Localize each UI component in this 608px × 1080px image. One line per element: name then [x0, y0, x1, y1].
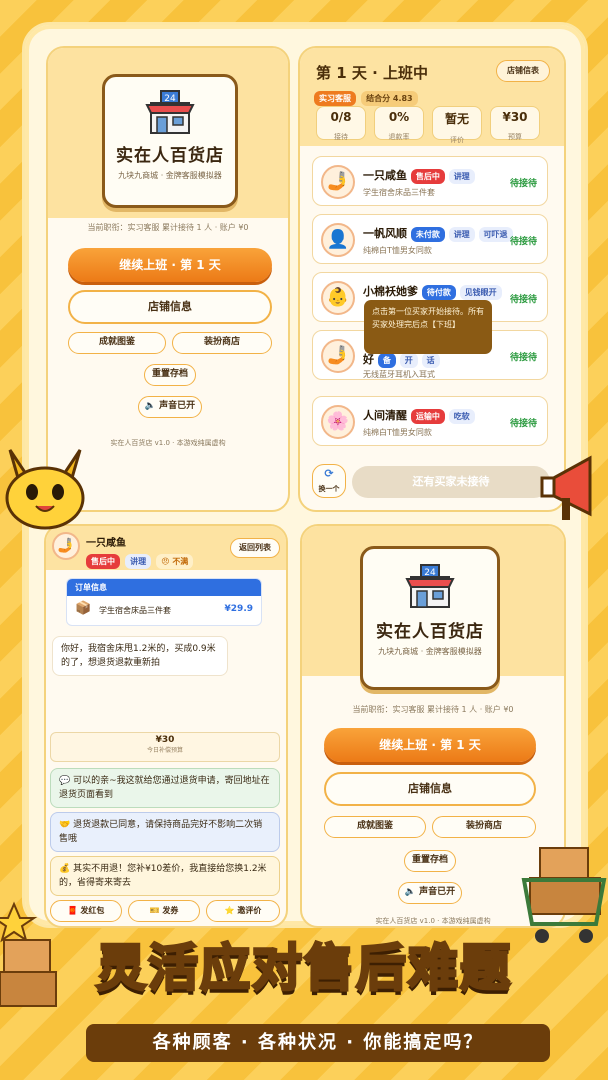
refresh-icon: ⟳ — [324, 467, 334, 480]
customer-message: 你好，我宿舍床甩1.2米的，买成0.9米的了，想退货退款重新拍 — [52, 636, 228, 676]
start-shift-button[interactable]: 继续上班 · 第 1 天 — [68, 248, 272, 282]
shop-title: 实在人百货店 — [376, 622, 484, 642]
invite-review-button[interactable]: ⭐ 邀评价 — [206, 900, 280, 922]
decor-shop-button[interactable]: 装扮商店 — [432, 816, 536, 838]
stat-rating: 暂无 评价 — [432, 106, 482, 144]
svg-text:24: 24 — [424, 568, 436, 578]
shop-info-button[interactable]: 店铺信息 — [68, 290, 272, 324]
customer-avatar: 🤳 — [321, 339, 355, 373]
rank-tag: 实习客服 — [314, 91, 356, 106]
shop-subtitle: 九块九商城 · 金牌客服模拟器 — [118, 171, 222, 180]
status-line: 当前职衔：实习客服 累计接待 1 人 · 账户 ¥0 — [87, 223, 249, 232]
customer-avatar: 👤 — [321, 223, 355, 257]
customer-card[interactable]: 🤳 一只咸鱼 售后中 讲理 学生宿舍床品三件套 待接待 — [312, 156, 548, 206]
shop-subtitle: 九块九商城 · 金牌客服模拟器 — [378, 647, 482, 656]
start-shift-button[interactable]: 继续上班 · 第 1 天 — [324, 728, 536, 762]
shop-icon: 24 — [405, 564, 455, 608]
banner-headline: 灵活应对售后难题 — [95, 938, 512, 999]
customer-avatar: 👶 — [321, 281, 355, 315]
sound-toggle-button[interactable]: 🔈 声音已开 — [398, 882, 462, 904]
customer-card[interactable]: 👤 一帆风顺 未付款 讲理 可吓退 纯棉白T恤男女同款 待接待 — [312, 214, 548, 264]
hint-tooltip: 点击第一位买家开始接待。所有买家处理完后点【下班】 — [364, 300, 492, 354]
banner-subline: 各种顾客 · 各种状况 · 你能搞定吗？ — [86, 1024, 550, 1062]
stat-budget: ¥30 预算 — [490, 106, 540, 141]
rating-tag: 结合分 4.83 — [361, 91, 418, 106]
coupon-button[interactable]: 🎫 发券 — [128, 900, 200, 922]
megaphone-icon — [540, 455, 592, 520]
remaining-customers-button[interactable]: 还有买家未接待 — [352, 466, 550, 498]
stat-refund-rate: 0% 退款率 — [374, 106, 424, 141]
status-line: 当前职衔：实习客服 累计接待 1 人 · 账户 ¥0 — [352, 705, 514, 714]
customer-avatar: 🤳 — [321, 165, 355, 199]
shop-info-button[interactable]: 店铺信息 — [324, 772, 536, 806]
mascot-icon — [5, 449, 85, 530]
stat-served: 0/8 接待 — [316, 106, 366, 141]
order-card: 订单信息 📦 学生宿舍床品三件套 ¥29.9 — [66, 578, 262, 626]
shop-title: 实在人百货店 — [116, 146, 224, 166]
achievements-button[interactable]: 成就图鉴 — [324, 816, 426, 838]
reply-option[interactable]: 💬 可以的亲~我这就给您通过退货申请，寄回地址在退货页面看到 — [50, 768, 280, 808]
decor-shop-button[interactable]: 装扮商店 — [172, 332, 272, 354]
speaker-icon: 🔈 — [404, 887, 417, 897]
shift-panel: 第 1 天 · 上班中 店铺信表 实习客服 结合分 4.83 0/8 接待 0% 退… — [298, 46, 566, 512]
reply-option[interactable]: 💰 其实不用退！您补¥10差价，我直接给您换1.2米的，省得寄来寄去 — [50, 856, 280, 896]
budget-box: ¥30 今日补偿预算 — [50, 732, 280, 762]
speaker-icon: 🔈 — [144, 401, 157, 411]
reply-option[interactable]: 🤝 退货退款已同意，请保持商品完好不影响二次销售哦 — [50, 812, 280, 852]
shop-logo-card: 24 实在人百货店 九块九商城 · 金牌客服模拟器 — [360, 546, 500, 690]
reset-save-button[interactable]: 重置存档 — [404, 850, 456, 872]
switch-customer-button[interactable]: ⟳ 换一个 — [312, 464, 346, 498]
achievements-button[interactable]: 成就图鉴 — [68, 332, 166, 354]
chat-panel: 🤳 一只咸鱼 售后中 讲理 😠 不满 返回列表 订单信息 📦 学生宿舍床品三件套… — [44, 524, 288, 928]
reset-save-button[interactable]: 重置存档 — [144, 364, 196, 386]
sound-toggle-button[interactable]: 🔈 声音已开 — [138, 396, 202, 418]
shop-logo-card: 24 实在人百货店 九块九商城 · 金牌客服模拟器 — [102, 74, 238, 208]
chat-customer-name: 一只咸鱼 — [86, 538, 126, 549]
shop-info-button[interactable]: 店铺信表 — [496, 60, 550, 82]
customer-avatar: 🌸 — [321, 405, 355, 439]
customer-card[interactable]: 🌸 人间清醒 运输中 吃软 纯棉白T恤男女同款 待接待 — [312, 396, 548, 446]
back-to-list-button[interactable]: 返回列表 — [230, 538, 280, 558]
day-title: 第 1 天 · 上班中 — [316, 64, 429, 82]
shop-icon: 24 — [145, 90, 195, 134]
svg-text:24: 24 — [164, 94, 176, 104]
package-icon: 📦 — [75, 601, 92, 616]
customer-avatar: 🤳 — [52, 532, 80, 560]
